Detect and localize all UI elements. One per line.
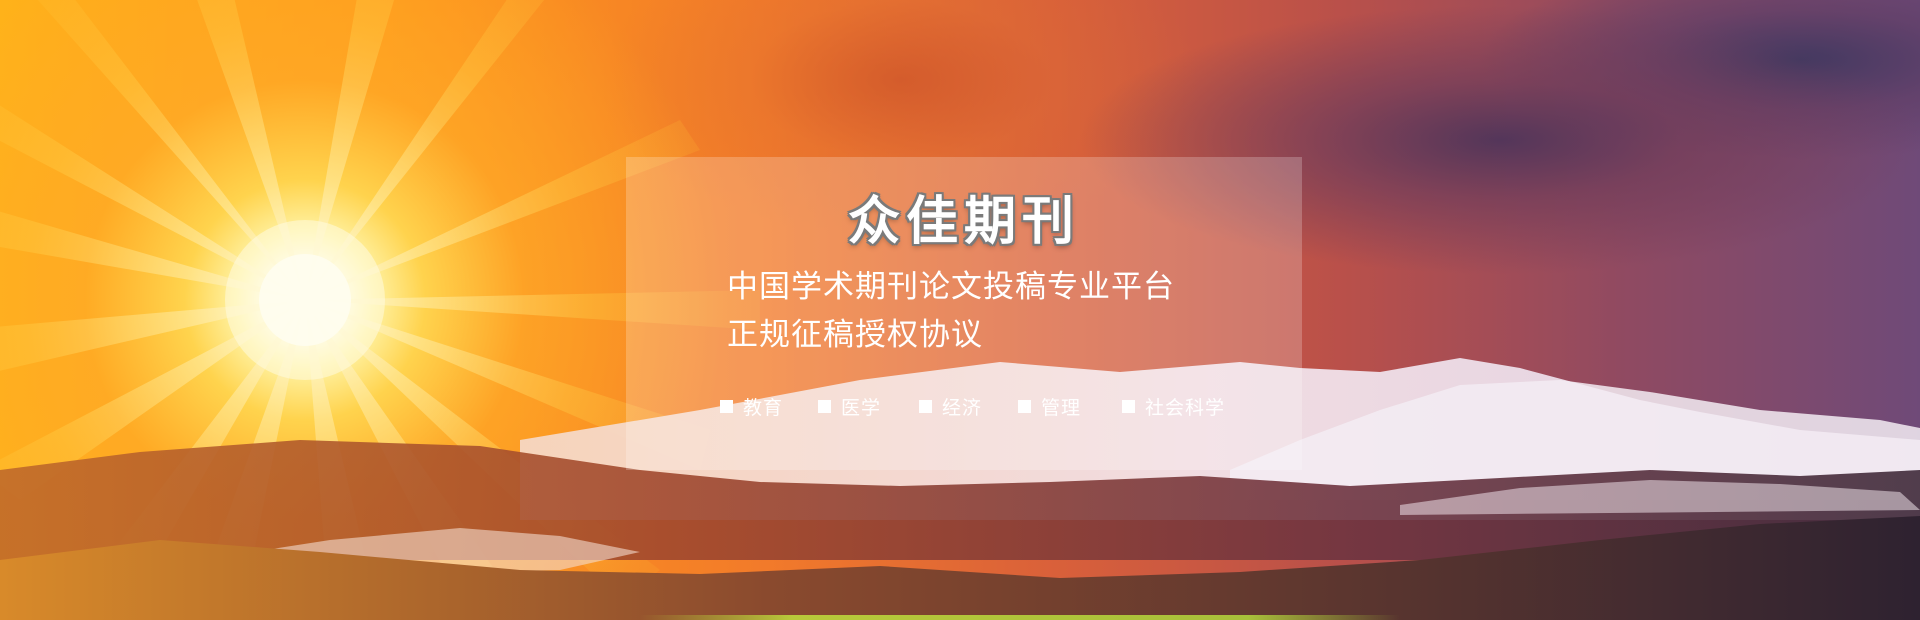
category-label: 经济 <box>942 397 983 419</box>
square-bullet-icon <box>720 400 733 413</box>
category-item-medicine[interactable]: 医学 <box>818 393 881 420</box>
square-bullet-icon <box>1018 400 1031 413</box>
category-label: 教育 <box>743 397 784 419</box>
square-bullet-icon <box>1122 400 1135 413</box>
category-label: 管理 <box>1041 397 1082 419</box>
category-item-management[interactable]: 管理 <box>1018 393 1081 420</box>
intro-panel: 众佳期刊 中国学术期刊论文投稿专业平台 正规征稿授权协议 教育 医学 经济 管理 <box>626 157 1302 470</box>
category-label: 社会科学 <box>1145 397 1226 419</box>
category-label: 医学 <box>841 397 882 419</box>
category-item-economics[interactable]: 经济 <box>919 393 982 420</box>
brand-title: 众佳期刊 <box>847 192 1080 252</box>
tagline-line-2: 正规征稿授权协议 <box>727 317 983 353</box>
square-bullet-icon <box>818 400 831 413</box>
category-item-social-science[interactable]: 社会科学 <box>1122 393 1225 420</box>
hero-banner: 众佳期刊 中国学术期刊论文投稿专业平台 正规征稿授权协议 教育 医学 经济 管理 <box>0 0 1920 620</box>
tagline-line-1: 中国学术期刊论文投稿专业平台 <box>727 269 1175 305</box>
category-list: 教育 医学 经济 管理 社会科学 <box>720 393 1280 419</box>
ground-strip <box>640 615 1400 620</box>
square-bullet-icon <box>919 400 932 413</box>
category-item-education[interactable]: 教育 <box>720 393 783 420</box>
